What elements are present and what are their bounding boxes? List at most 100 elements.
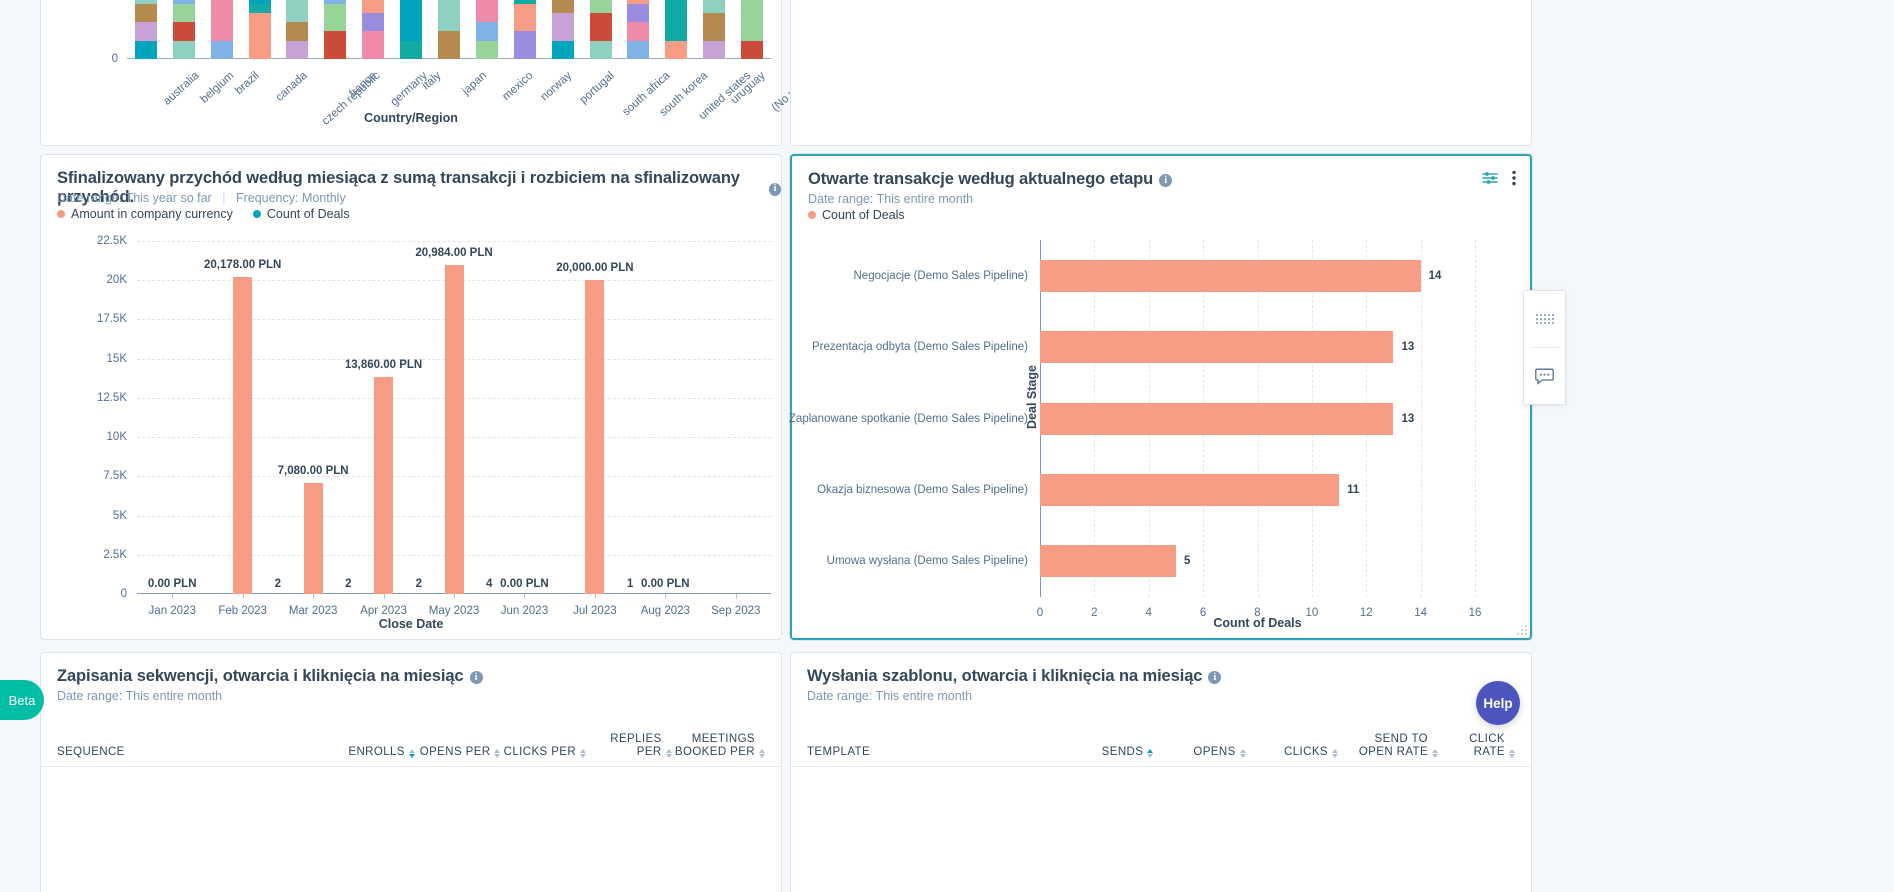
stacked-bar-column[interactable]: japan [438, 0, 489, 97]
bar-segment[interactable] [248, 3, 271, 13]
column-sort-icon[interactable] [665, 749, 672, 758]
info-icon[interactable]: i [1208, 671, 1222, 684]
bar-segment[interactable] [134, 40, 157, 59]
stacked-bar-column[interactable]: south africa [589, 0, 672, 118]
bar-segment[interactable] [475, 0, 498, 23]
column-header[interactable]: OPENS [1153, 746, 1246, 759]
stacked-bar-column[interactable]: canada [248, 0, 309, 104]
beta-badge[interactable]: Beta [0, 680, 44, 720]
filter-lines-icon[interactable] [1482, 171, 1498, 185]
legend-item[interactable]: Count of Deals [808, 208, 905, 222]
bar-segment[interactable] [627, 40, 650, 59]
apps-grid-icon[interactable] [1523, 291, 1566, 347]
bar-segment[interactable] [703, 12, 726, 41]
column-header[interactable]: MEETINGS BOOKED PER [672, 733, 765, 759]
card-countries-chart[interactable]: 010australiabelgiumbrazilcanada8czech re… [40, 0, 817, 146]
deal-stage-bar[interactable]: 11 [1040, 473, 1359, 506]
column-header[interactable]: ENROLLS [298, 746, 415, 759]
bar-segment[interactable] [400, 40, 423, 59]
stacked-bar-column[interactable]: france [324, 0, 379, 100]
bar-segment[interactable] [589, 40, 612, 59]
card-deal-stages-chart[interactable]: Otwarte transakcje według aktualnego eta… [789, 154, 1532, 640]
bar-segment[interactable] [589, 12, 612, 41]
bar-segment[interactable] [286, 0, 309, 23]
deal-stage-bar[interactable]: 14 [1040, 259, 1441, 292]
info-icon[interactable]: i [469, 671, 483, 684]
bar-segment[interactable] [286, 40, 309, 59]
revenue-bar[interactable]: 7,080.00 PLN [278, 465, 349, 594]
bar-segment[interactable] [172, 3, 195, 23]
stacked-bar-column[interactable]: united states [665, 0, 754, 122]
column-header[interactable]: SENDS [1061, 746, 1154, 759]
bar-segment[interactable] [324, 31, 347, 59]
card-templates-table[interactable]: Wysłania szablonu, otwarcia i kliknięcia… [790, 652, 1532, 892]
revenue-bar[interactable]: 20,178.00 PLN [204, 259, 281, 594]
column-header[interactable]: CLICKS PER [500, 746, 587, 759]
stacked-bar-column[interactable]: 8uruguay [703, 0, 768, 106]
bar-segment[interactable] [513, 3, 536, 32]
card-empty-panel[interactable] [790, 0, 1532, 146]
legend-item[interactable]: Amount in company currency [57, 207, 233, 221]
info-icon[interactable]: i [1159, 174, 1173, 187]
bar-segment[interactable] [400, 0, 423, 41]
bar-segment[interactable] [703, 0, 726, 13]
bar-segment[interactable] [438, 31, 460, 59]
deal-stage-bar[interactable]: 5 [1040, 545, 1190, 578]
bar-segment[interactable] [551, 12, 574, 41]
bar-segment[interactable] [362, 12, 385, 32]
legend-item[interactable]: Count of Deals [252, 207, 350, 221]
revenue-bar[interactable]: 20,984.00 PLN [415, 247, 493, 594]
bar-segment[interactable] [513, 31, 536, 59]
bar-segment[interactable] [210, 0, 233, 41]
bar-segment[interactable] [627, 3, 650, 23]
chat-bubble-icon[interactable] [1523, 348, 1566, 404]
stacked-bar-column[interactable]: germany [362, 0, 430, 109]
card-sequences-table[interactable]: Zapisania sekwencji, otwarcia i kliknięc… [40, 652, 782, 892]
column-sort-icon[interactable] [758, 749, 765, 758]
bar-segment[interactable] [551, 40, 574, 59]
column-sort-icon[interactable] [408, 749, 415, 758]
column-sort-icon[interactable] [1239, 749, 1246, 758]
card-resize-handle[interactable] [1515, 623, 1527, 635]
column-sort-icon[interactable] [580, 749, 587, 758]
stacked-bar-column[interactable]: 7(No value) [741, 0, 817, 114]
bar-segment[interactable] [324, 3, 347, 32]
bar-segment[interactable] [286, 22, 309, 41]
help-button[interactable]: Help [1476, 681, 1520, 725]
stacked-bar-column[interactable]: south korea [627, 0, 711, 119]
bar-segment[interactable] [134, 3, 157, 23]
stacked-bar-column[interactable]: mexico [475, 0, 535, 103]
column-header[interactable]: SEND TO OPEN RATE [1338, 733, 1439, 759]
column-sort-icon[interactable] [1147, 749, 1154, 758]
info-icon[interactable]: i [769, 182, 781, 196]
column-header[interactable]: TEMPLATE [807, 746, 1061, 759]
bar-segment[interactable] [475, 40, 498, 59]
deal-stage-bar[interactable]: 13 [1040, 402, 1414, 435]
stacked-bar-column[interactable]: belgium [172, 0, 236, 106]
revenue-bar[interactable]: 20,000.00 PLN [556, 262, 634, 594]
column-header[interactable]: SEQUENCE [57, 746, 298, 759]
stacked-bar-column[interactable]: 8portugal [551, 0, 616, 106]
column-header[interactable]: OPENS PER [415, 746, 501, 759]
column-header[interactable]: REPLIES PER [586, 733, 672, 759]
column-sort-icon[interactable] [494, 749, 501, 758]
bar-segment[interactable] [210, 40, 233, 59]
column-sort-icon[interactable] [1508, 749, 1515, 758]
revenue-bar[interactable]: 13,860.00 PLN [345, 359, 422, 594]
stacked-bar-column[interactable]: 8italy [400, 0, 444, 92]
stacked-bar-column[interactable]: norway [513, 0, 574, 103]
bar-segment[interactable] [741, 40, 764, 59]
bar-segment[interactable] [134, 22, 157, 41]
column-sort-icon[interactable] [1432, 749, 1439, 758]
bar-segment[interactable] [172, 40, 195, 59]
stacked-bar-column[interactable]: 8czech republic [286, 0, 383, 128]
bar-segment[interactable] [362, 31, 385, 59]
bar-segment[interactable] [475, 22, 498, 41]
bar-segment[interactable] [703, 40, 726, 59]
column-header[interactable]: CLICKS [1246, 746, 1338, 759]
bar-segment[interactable] [741, 0, 764, 41]
bar-segment[interactable] [172, 22, 195, 41]
more-options-icon[interactable] [1512, 170, 1516, 186]
stacked-bar-column[interactable]: australia [134, 0, 201, 108]
bar-segment[interactable] [665, 0, 688, 41]
